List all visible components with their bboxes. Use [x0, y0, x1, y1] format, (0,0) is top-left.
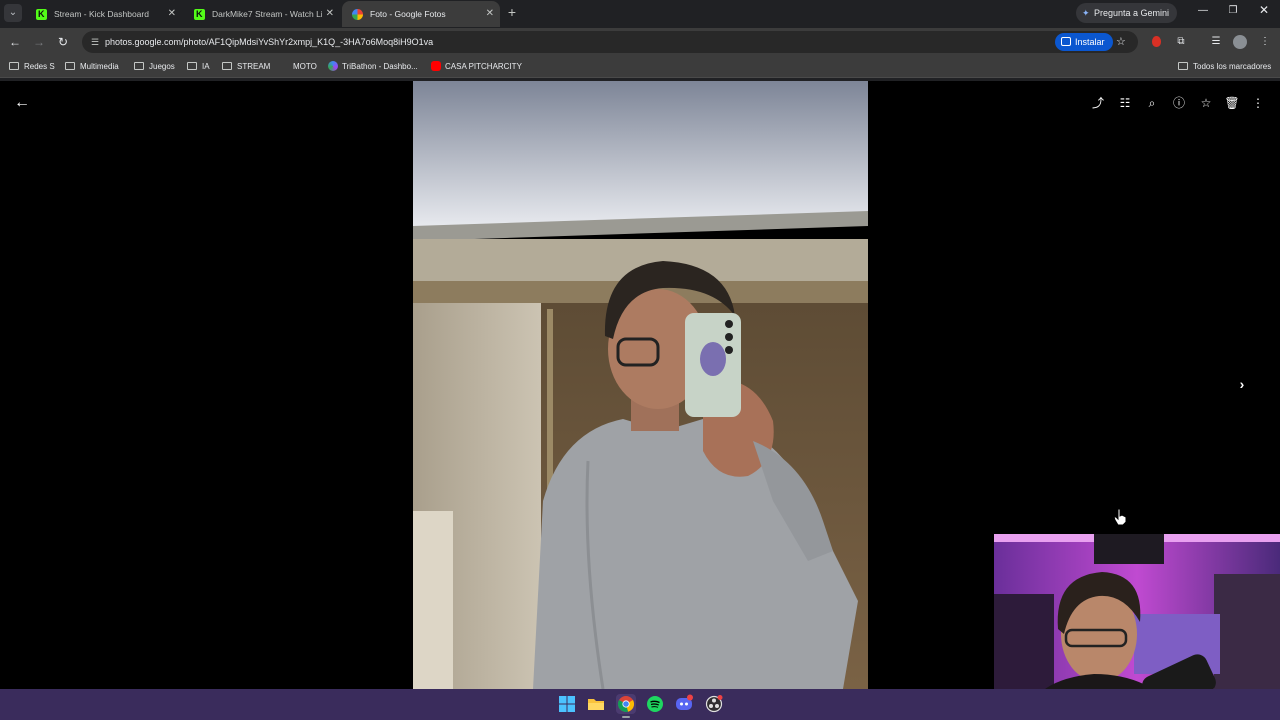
delete-icon[interactable]: 🗑: [1222, 93, 1242, 113]
close-icon[interactable]: ✕: [326, 1, 334, 27]
spotify-icon[interactable]: [645, 694, 665, 714]
bookmark-star-icon[interactable]: ☆: [1116, 33, 1126, 51]
new-tab-icon[interactable]: +: [504, 4, 520, 20]
bookmark-label: STREAM: [237, 62, 271, 71]
obs-icon[interactable]: [704, 694, 724, 714]
avatar: [1233, 35, 1247, 49]
tab-kick-dashboard[interactable]: Stream - Kick Dashboard ✕: [26, 1, 182, 27]
install-label: Instalar: [1075, 37, 1105, 47]
tab-title: DarkMike7 Stream - Watch Live: [212, 9, 322, 19]
tab-strip: ⌄ Stream - Kick Dashboard ✕ DarkMike7 St…: [0, 0, 1280, 28]
bookmark-label: CASA PITCHARCITY: [445, 62, 522, 71]
bookmark-label: IA: [202, 62, 210, 71]
profile-avatar[interactable]: [1231, 33, 1249, 51]
edit-icon[interactable]: ☷: [1115, 93, 1135, 113]
gemini-spark-icon: ✦: [1082, 8, 1090, 18]
tribathon-icon: [328, 61, 338, 71]
url-text[interactable]: photos.google.com/photo/AF1QipMdsiYvShYr…: [105, 31, 433, 53]
share-icon[interactable]: ⤴: [1088, 93, 1108, 113]
restore-icon[interactable]: ❐: [1223, 5, 1243, 16]
kick-icon: [194, 1, 205, 27]
taskbar: [0, 689, 1280, 720]
ask-gemini-button[interactable]: ✦ Pregunta a Gemini: [1076, 3, 1178, 23]
site-info-icon[interactable]: ☰: [88, 35, 102, 49]
folder-icon: [134, 62, 144, 70]
bookmark-ia[interactable]: IA: [187, 56, 210, 78]
folder-icon: [187, 62, 197, 70]
window-close-icon[interactable]: ✕: [1254, 3, 1274, 17]
bookmark-moto[interactable]: MOTO: [293, 56, 317, 78]
bookmark-label: Todos los marcadores: [1193, 62, 1272, 71]
close-icon[interactable]: ✕: [486, 1, 494, 27]
all-bookmarks[interactable]: Todos los marcadores: [1178, 56, 1271, 78]
file-explorer-icon[interactable]: [586, 694, 606, 714]
more-icon[interactable]: ⋮: [1248, 93, 1268, 113]
bookmark-multimedia[interactable]: Multimedia: [65, 56, 119, 78]
discord-icon[interactable]: [674, 694, 694, 714]
tab-title: Stream - Kick Dashboard: [54, 9, 149, 19]
youtube-icon: [431, 61, 441, 71]
folder-icon: [65, 62, 75, 70]
bookmark-redes-s[interactable]: Redes S: [9, 56, 55, 78]
windows-start-icon[interactable]: [557, 694, 577, 714]
address-bar[interactable]: ☰ photos.google.com/photo/AF1QipMdsiYvSh…: [82, 31, 1138, 53]
browser-toolbar: ← → ↻ ☰ photos.google.com/photo/AF1QipMd…: [0, 28, 1280, 56]
gemini-label: Pregunta a Gemini: [1094, 8, 1170, 18]
next-photo-icon[interactable]: ›: [1232, 374, 1252, 394]
back-arrow-icon[interactable]: ←: [12, 93, 32, 113]
photo-image: [413, 81, 868, 689]
minimize-icon[interactable]: —: [1193, 5, 1213, 16]
bookmark-juegos[interactable]: Juegos: [134, 56, 175, 78]
extensions-puzzle-icon[interactable]: ⧉: [1172, 33, 1190, 51]
bookmarks-bar: Redes S Multimedia Juegos IA STREAM MOTO…: [0, 56, 1280, 78]
google-photos-icon: [352, 9, 363, 20]
extension-red-icon[interactable]: [1147, 33, 1165, 51]
bookmark-tribathon[interactable]: TriBathon - Dashbo...: [328, 56, 418, 78]
bookmark-label: Redes S: [24, 62, 55, 71]
favorite-icon[interactable]: ☆: [1196, 93, 1216, 113]
tab-title: Foto - Google Fotos: [370, 9, 446, 19]
zoom-icon[interactable]: ⌕: [1142, 93, 1162, 113]
install-icon: [1061, 37, 1071, 46]
bookmark-label: TriBathon - Dashbo...: [342, 62, 418, 71]
close-icon[interactable]: ✕: [168, 1, 176, 27]
back-icon[interactable]: ←: [6, 33, 24, 51]
install-app-button[interactable]: Instalar: [1055, 33, 1113, 51]
info-icon[interactable]: ⓘ: [1169, 93, 1189, 113]
forward-icon[interactable]: →: [30, 33, 48, 51]
bookmark-casa-pitcharcity[interactable]: CASA PITCHARCITY: [431, 56, 522, 78]
reload-icon[interactable]: ↻: [54, 33, 72, 51]
bookmark-stream[interactable]: STREAM: [222, 56, 270, 78]
tab-search-icon[interactable]: ⌄: [4, 4, 22, 22]
folder-icon: [222, 62, 232, 70]
chrome-icon[interactable]: [616, 694, 636, 718]
hand-cursor-icon: [1113, 508, 1127, 526]
kick-icon: [36, 1, 47, 27]
browser-window: ⌄ Stream - Kick Dashboard ✕ DarkMike7 St…: [0, 0, 1280, 81]
bookmark-label: Multimedia: [80, 62, 119, 71]
bookmark-label: Juegos: [149, 62, 175, 71]
tab-darkmike-stream[interactable]: DarkMike7 Stream - Watch Live ✕: [184, 1, 340, 27]
folder-icon: [9, 62, 19, 70]
tab-google-photos[interactable]: Foto - Google Fotos ✕: [342, 1, 500, 27]
bookmark-label: MOTO: [293, 62, 317, 71]
browser-menu-icon[interactable]: ⋮: [1256, 33, 1274, 51]
media-controls-icon[interactable]: ☰: [1207, 33, 1225, 51]
folder-icon: [1178, 62, 1188, 70]
